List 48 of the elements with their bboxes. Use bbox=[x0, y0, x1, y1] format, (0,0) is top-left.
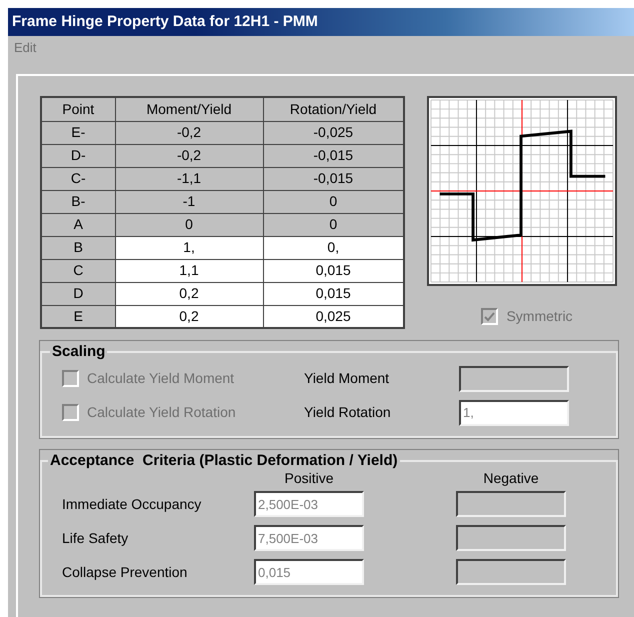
table-cell: C- bbox=[41, 167, 115, 190]
table-cell: -0,015 bbox=[263, 167, 404, 190]
table-cell: 1, bbox=[115, 236, 263, 259]
table-cell: C bbox=[41, 259, 115, 282]
field-label: Yield Moment bbox=[304, 369, 390, 388]
table-cell: 0 bbox=[115, 213, 263, 236]
column-header: Positive bbox=[283, 469, 335, 488]
table-cell: E bbox=[41, 305, 115, 328]
table-cell: D bbox=[41, 282, 115, 305]
window-title: Frame Hinge Property Data for 12H1 - PMM bbox=[12, 12, 318, 32]
table-cell: 0 bbox=[263, 213, 404, 236]
table-cell: 0,015 bbox=[263, 259, 404, 282]
input-field[interactable]: 0,015 bbox=[254, 559, 364, 585]
table-cell: -1,1 bbox=[115, 167, 263, 190]
table-cell: -0,015 bbox=[263, 144, 404, 167]
checkmark-icon bbox=[484, 312, 496, 322]
table-cell: 0,2 bbox=[115, 305, 263, 328]
table-cell: -0,2 bbox=[115, 121, 263, 144]
column-header: Negative bbox=[482, 469, 540, 488]
checkbox-label: Calculate Yield Rotation bbox=[87, 403, 236, 422]
table-cell: -1 bbox=[115, 190, 263, 213]
table-cell: -0,025 bbox=[263, 121, 404, 144]
group-title: Acceptance Criteria (Plastic Deformation / Yield) bbox=[49, 450, 399, 470]
field-label: Immediate Occupancy bbox=[62, 494, 202, 514]
input-field[interactable]: 2,500E-03 bbox=[254, 491, 364, 517]
field-label: Collapse Prevention bbox=[62, 562, 188, 582]
input-field[interactable]: 7,500E-03 bbox=[254, 525, 364, 551]
field-label: Yield Rotation bbox=[304, 403, 392, 422]
table-cell: 1,1 bbox=[115, 259, 263, 282]
column-header: Moment/Yield bbox=[115, 97, 263, 121]
input-field[interactable]: 1, bbox=[459, 400, 569, 426]
checkbox-label: Calculate Yield Moment bbox=[87, 369, 234, 388]
table-cell: A bbox=[41, 213, 115, 236]
table-cell: -0,2 bbox=[115, 144, 263, 167]
table-cell: B- bbox=[41, 190, 115, 213]
table-cell: 0, bbox=[263, 236, 404, 259]
table-cell: E- bbox=[41, 121, 115, 144]
checkbox-label: Symmetric bbox=[506, 307, 573, 326]
table-cell: 0,2 bbox=[115, 282, 263, 305]
table-cell: 0,015 bbox=[263, 282, 404, 305]
field-label: Life Safety bbox=[62, 528, 130, 548]
table-cell: 0,025 bbox=[263, 305, 404, 328]
table-cell: B bbox=[41, 236, 115, 259]
column-header: Rotation/Yield bbox=[263, 97, 404, 121]
table-cell: D- bbox=[41, 144, 115, 167]
table-cell: 0 bbox=[263, 190, 404, 213]
group-title: Scaling bbox=[51, 342, 106, 362]
column-header: Point bbox=[41, 97, 115, 121]
